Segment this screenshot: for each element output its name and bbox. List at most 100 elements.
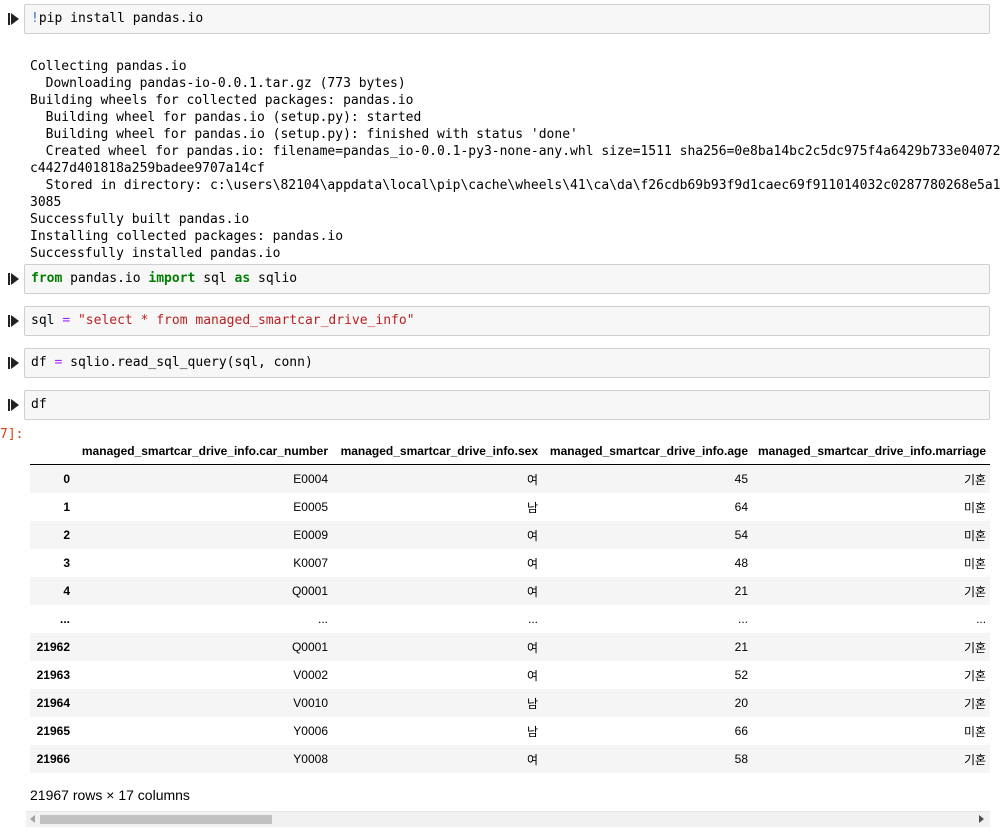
table-cell: 여 (526, 640, 538, 655)
table-row: 21966 Y0008 여 58 기혼 (30, 745, 997, 773)
table-row: 1 E0005 남 64 미혼 (30, 493, 996, 521)
code-token: as (234, 271, 251, 286)
row-index: 1 (63, 500, 70, 514)
output-line: Downloading pandas-io-0.0.1.tar.gz (773 … (30, 76, 406, 91)
table-cell: 기혼 (964, 584, 987, 599)
scrollbar-thumb[interactable] (40, 815, 272, 824)
code-input[interactable]: !pip install pandas.io (24, 4, 990, 34)
table-cell: Y0008 (293, 752, 328, 766)
code-token: from (31, 271, 63, 286)
table-cell: 기혼 (964, 668, 987, 683)
table-row: 21965 Y0006 남 66 미혼 (30, 717, 996, 745)
table-cell: 기혼 (964, 696, 987, 711)
run-cell-icon[interactable] (8, 399, 20, 411)
scroll-right-icon[interactable] (979, 815, 984, 823)
row-index: 21963 (36, 668, 70, 682)
code-token: import (148, 271, 196, 286)
code-token: sqlio.read_sql_query(sql, conn) (62, 355, 313, 370)
table-row: 3 K0007 여 48 미혼 (30, 549, 996, 577)
table-cell: E0004 (293, 472, 328, 486)
table-cell: ... (527, 612, 538, 626)
index-header (30, 438, 80, 465)
table-cell: 미혼 (964, 724, 987, 739)
code-input[interactable]: df (24, 390, 990, 420)
row-index: 2 (63, 528, 70, 542)
table-cell: 여 (526, 584, 538, 599)
run-cell-icon[interactable] (8, 357, 20, 369)
table-cell: 남 (526, 696, 538, 711)
output-line: Collecting pandas.io (30, 59, 187, 74)
table-cell: 20 (734, 696, 748, 710)
run-cell-icon[interactable] (8, 13, 20, 25)
code-token: ! (31, 11, 39, 26)
table-cell: E0005 (293, 500, 328, 514)
table-cell: V0010 (293, 696, 328, 710)
table-cell: 54 (734, 528, 748, 542)
horizontal-scrollbar[interactable] (26, 811, 990, 827)
output-line: Successfully installed pandas.io (30, 246, 281, 261)
column-header: managed_smartcar_drive_info.age (548, 438, 758, 465)
output-line: Building wheel for pandas.io (setup.py):… (30, 127, 578, 142)
table-row: ............... (30, 605, 996, 633)
scroll-left-icon[interactable] (30, 815, 35, 823)
table-row: 21964 V0010 남 20 기혼 (30, 689, 997, 717)
table-row: 0 E0004 여 45 기혼 (30, 464, 997, 493)
table-cell: 남 (526, 500, 538, 515)
table-cell: E0009 (293, 528, 328, 542)
table-cell: 기혼 (964, 752, 987, 767)
row-index: 3 (63, 556, 70, 570)
code-token: df (31, 355, 55, 370)
row-index: 21965 (36, 724, 70, 738)
output-line: Building wheels for collected packages: … (30, 93, 414, 108)
table-cell: 여 (526, 752, 538, 767)
code-input[interactable]: df = sqlio.read_sql_query(sql, conn) (24, 348, 990, 378)
install-output: Collecting pandas.io Downloading pandas-… (30, 41, 1001, 279)
column-header: managed_smartcar_drive_info.sex (338, 438, 548, 465)
table-cell: 여 (526, 472, 538, 487)
table-cell: ... (737, 612, 748, 626)
code-token: sqlio (250, 271, 298, 286)
run-cell-icon[interactable] (8, 273, 20, 285)
table-cell: 45 (734, 472, 748, 486)
code-token: = (62, 313, 71, 328)
output-line: Successfully built pandas.io (30, 212, 250, 227)
table-cell: ... (317, 612, 328, 626)
dataframe-shape: 21967 rows × 17 columns (30, 787, 190, 803)
output-prompt: 7]: (0, 427, 24, 442)
column-header: managed_smartcar_drive_info.marriage (758, 438, 997, 465)
table-cell: 21 (734, 640, 748, 654)
table-cell: 64 (734, 500, 748, 514)
table-cell: 미혼 (964, 500, 987, 515)
table-cell: 52 (734, 668, 748, 682)
code-token: df (31, 397, 47, 412)
row-index: ... (59, 612, 70, 626)
table-cell: 58 (734, 752, 748, 766)
code-token: sql (195, 271, 235, 286)
table-cell: 기혼 (964, 472, 987, 487)
table-clip (990, 430, 1005, 780)
table-cell: 미혼 (964, 528, 987, 543)
code-token: "select * from managed_smartcar_drive_in… (77, 313, 415, 328)
code-token: pandas.io (62, 271, 149, 286)
run-cell-icon[interactable] (8, 315, 20, 327)
table-cell: 여 (526, 668, 538, 683)
output-line: Stored in directory: c:\users\82104\appd… (30, 178, 1001, 193)
row-index: 21962 (36, 640, 70, 654)
table-cell: ... (976, 612, 987, 626)
table-header-row: managed_smartcar_drive_info.car_number m… (30, 438, 997, 465)
output-line: Installing collected packages: pandas.io (30, 229, 344, 244)
code-input[interactable]: from pandas.io import sql as sqlio (24, 264, 990, 294)
code-input[interactable]: sql = "select * from managed_smartcar_dr… (24, 306, 990, 336)
table-cell: 여 (526, 556, 538, 571)
output-line: Created wheel for pandas.io: filename=pa… (30, 144, 1001, 159)
table-cell: Q0001 (291, 640, 328, 654)
table-cell: 66 (734, 724, 748, 738)
output-line: c4427d401818a259badee9707a14cf (30, 161, 265, 176)
table-row: 2 E0009 여 54 미혼 (30, 521, 997, 549)
code-token: pip install pandas.io (38, 11, 204, 26)
table-cell: 48 (734, 556, 748, 570)
table-cell: 미혼 (964, 556, 987, 571)
table-cell: 21 (734, 584, 748, 598)
table-cell: K0007 (293, 556, 328, 570)
table-cell: 여 (526, 528, 538, 543)
